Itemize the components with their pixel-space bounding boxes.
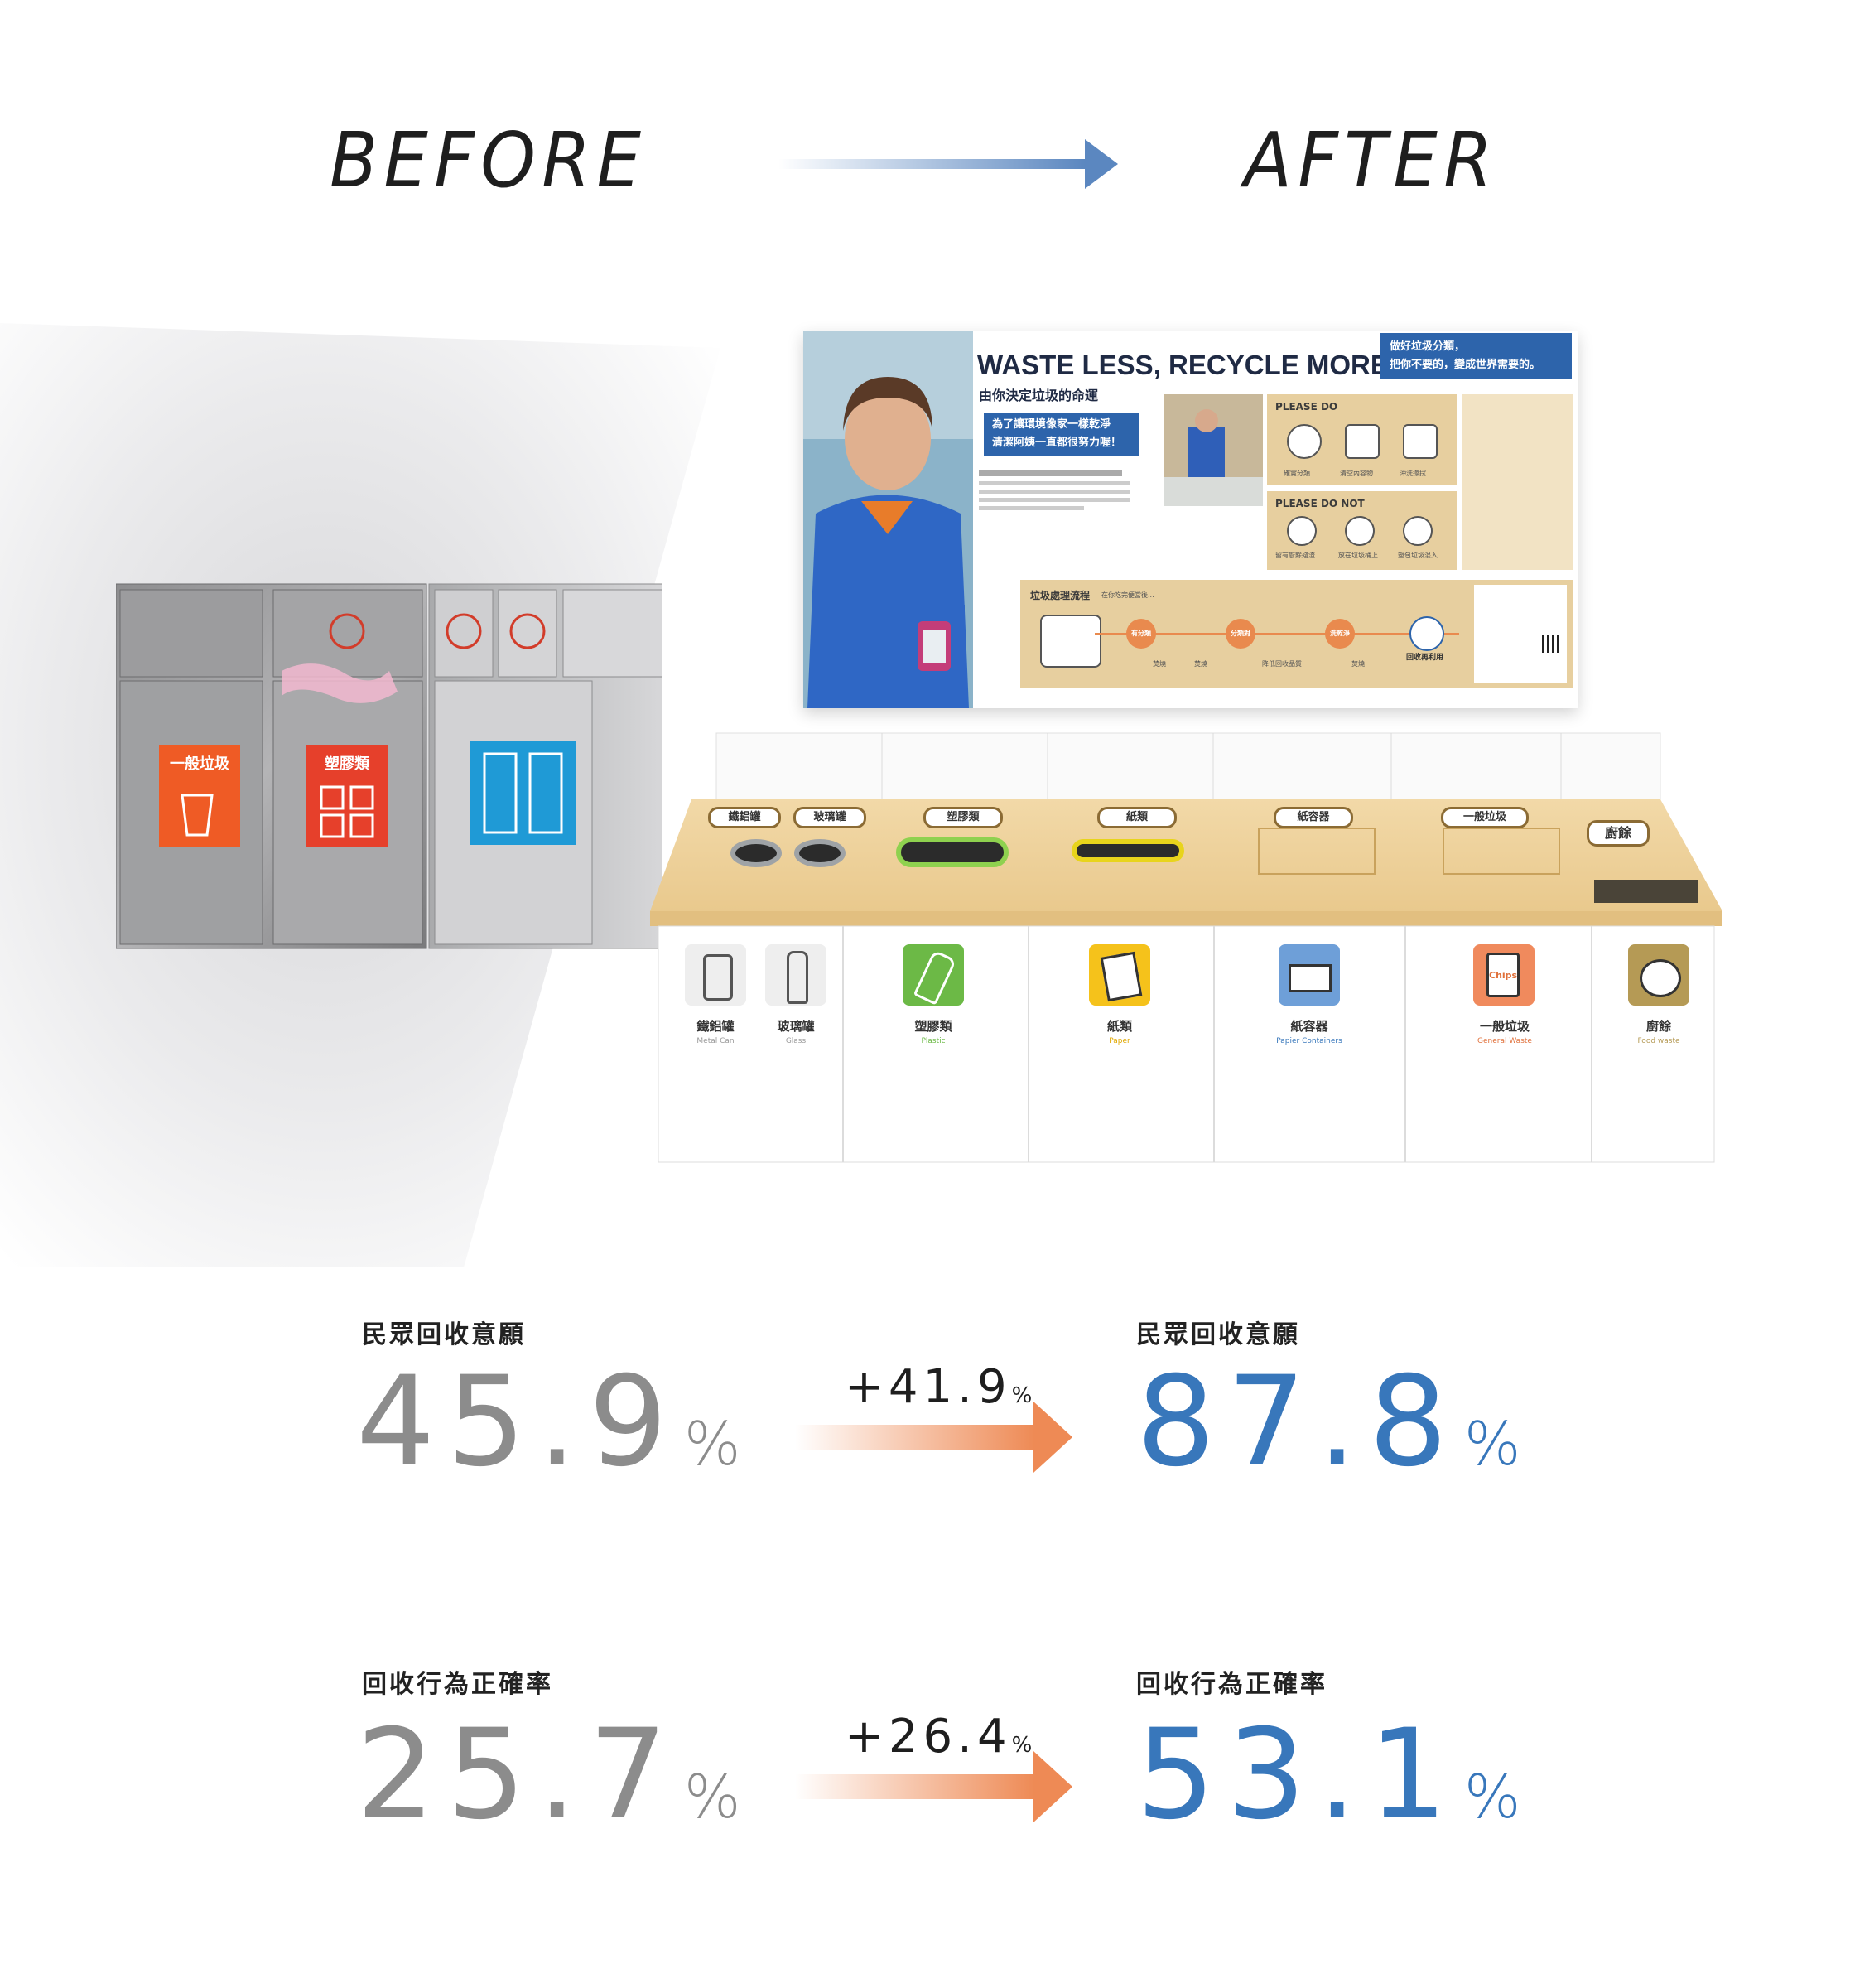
flow-title: 垃圾處理流程 [1030,590,1091,601]
header-arrow-icon [778,139,1118,189]
lid-label-food-waste: 廚餘 [1587,820,1650,847]
please-do-label: PLEASE DO [1275,401,1338,413]
bottle-icon [765,944,826,1006]
cabinet-label-food-waste: 廚餘 [1645,1019,1671,1034]
flow-outcome-1: 焚燒 [1153,660,1166,668]
sorting-photo [1164,394,1263,506]
flow-step-2: 分類對 [1226,619,1255,649]
please-do-not-item-3: 塑包垃圾混入 [1398,552,1438,559]
after-poster: WASTE LESS, RECYCLE MORE 由你決定垃圾的命運 為了讓環境… [803,331,1578,708]
cabinet-en-paper: Paper [1109,1037,1130,1045]
paper-icon [1089,944,1150,1006]
stat-label-after-1: 民眾回收意願 [1136,1320,1300,1349]
lid-label-plastic: 塑膠類 [923,807,1003,828]
flow-outcome-4: 焚燒 [1352,660,1365,668]
stat-value-after-1: 87.8% [1136,1350,1533,1494]
chips-bag-icon: Chips [1473,944,1535,1006]
poster-info-box [1474,585,1567,683]
svg-text:塑膠類: 塑膠類 [325,755,370,773]
please-do-item-1: 確實分類 [1284,470,1310,477]
cabinet-en-general-waste: General Waste [1477,1037,1532,1045]
lid-label-paper: 紙類 [1097,807,1177,828]
poster-title: WASTE LESS, RECYCLE MORE [977,350,1389,380]
before-bins-photo: 一般垃圾 塑膠類 [116,583,662,949]
flow-band: 垃圾處理流程 在你吃完便當後... 有分類 分類對 洗乾淨 回收再利用 焚燒 焚… [1020,580,1573,688]
cabinet-en-food-waste: Food waste [1637,1037,1680,1045]
stat-label-after-2: 回收行為正確率 [1136,1670,1327,1699]
stat-value-before-1: 45.9% [356,1350,753,1494]
please-do-not-item-1: 留有廚餘殘渣 [1275,552,1315,559]
cabinet-en-plastic: Plastic [921,1037,946,1045]
no-stack-icon [1345,516,1375,546]
chips-text: Chips [1486,953,1520,997]
flow-step-4: 回收再利用 [1406,654,1444,662]
please-do-band: PLEASE DO 確實分類 清空內容物 沖洗擦拭 [1267,394,1458,485]
lid-label-metal-can: 鐵鋁罐 [708,807,781,828]
examples-band [1462,394,1573,570]
can-icon [685,944,746,1006]
before-heading: BEFORE [330,116,648,205]
flow-step-3: 洗乾淨 [1325,619,1355,649]
rinse-cup-icon [1403,424,1438,459]
cabinet-label-paper-container: 紙容器 [1290,1019,1328,1034]
stat-value-before-2: 25.7% [356,1703,753,1847]
stat-arrow-2-icon [795,1751,1072,1822]
cabinet-label-glass: 玻璃罐 [777,1019,815,1034]
empty-cup-icon [1345,424,1380,459]
please-do-not-band: PLEASE DO NOT 留有廚餘殘渣 放在垃圾桶上 塑包垃圾混入 [1267,491,1458,570]
please-do-not-label: PLEASE DO NOT [1275,498,1365,509]
plastic-bottle-icon [903,944,964,1006]
stat-arrow-1-icon [795,1402,1072,1473]
cabinet-en-metal-can: Metal Can [696,1037,735,1045]
box-icon [1279,944,1340,1006]
qr-code-icon [1542,635,1560,653]
cabinet-label-metal-can: 鐵鋁罐 [696,1019,735,1034]
flow-outcome-3: 降低回收品質 [1262,660,1302,668]
cabinet-en-paper-container: Papier Containers [1276,1037,1342,1045]
please-do-item-2: 清空內容物 [1340,470,1373,477]
poster-body-text [979,470,1130,514]
cabinet-label-paper: 紙類 [1106,1019,1132,1034]
cabinet-label-general-waste: 一般垃圾 [1479,1019,1530,1034]
lid-label-paper-container: 紙容器 [1274,807,1353,828]
please-do-item-3: 沖洗擦拭 [1400,470,1426,477]
lunchbox-icon [1040,615,1101,668]
cleaner-photo [803,331,973,708]
flow-subtitle: 在你吃完便當後... [1101,591,1154,599]
flow-step-1: 有分類 [1126,619,1156,649]
stat-label-before-1: 民眾回收意願 [362,1320,526,1349]
after-heading: AFTER [1244,116,1499,205]
cabinet-en-glass: Glass [785,1037,807,1045]
poster-quote-right: 做好垃圾分類， 把你不要的，變成世界需要的。 [1380,333,1572,379]
please-do-not-item-2: 放在垃圾桶上 [1338,552,1378,559]
food-icon [1628,944,1689,1006]
lid-label-general-waste: 一般垃圾 [1441,807,1529,828]
stat-label-before-2: 回收行為正確率 [362,1670,553,1699]
no-mix-icon [1403,516,1433,546]
cabinet-label-plastic: 塑膠類 [914,1019,952,1034]
stat-value-after-2: 53.1% [1136,1703,1533,1847]
flow-outcome-2: 焚燒 [1194,660,1207,668]
poster-quote-left: 為了讓環境像家一樣乾淨 清潔阿姨一直都很努力喔！ [984,413,1140,456]
lid-label-glass: 玻璃罐 [793,807,866,828]
poster-subtitle: 由你決定垃圾的命運 [979,388,1099,403]
svg-text:一般垃圾: 一般垃圾 [170,755,230,773]
no-food-icon [1287,516,1317,546]
sort-icon [1287,424,1322,459]
recycle-icon [1409,616,1444,651]
